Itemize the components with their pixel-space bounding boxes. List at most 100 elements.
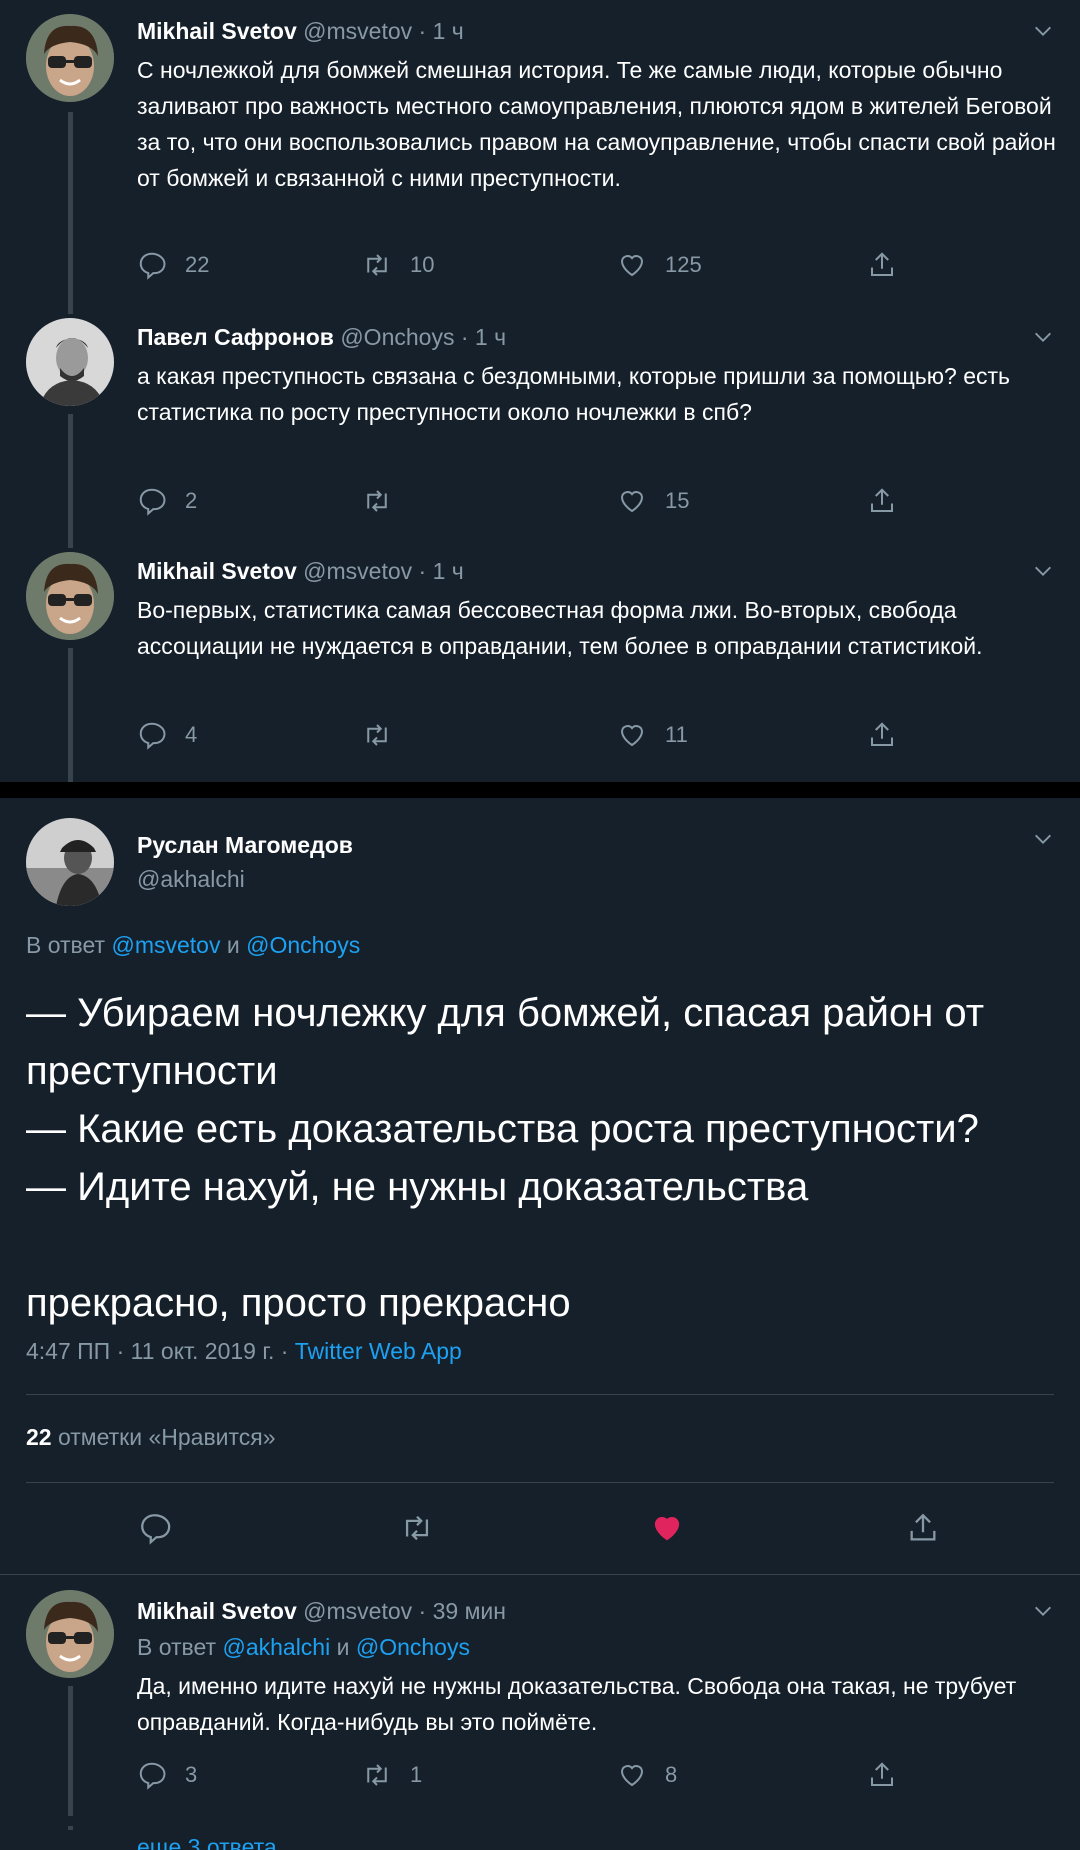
tweet-item[interactable]: Mikhail Svetov @msvetov · 1 ч С ночлежко… xyxy=(0,0,1080,302)
author-handle[interactable]: @Onchoys xyxy=(340,324,454,350)
reply-icon xyxy=(139,722,166,750)
text-line: — Какие есть доказательства роста престу… xyxy=(26,1107,979,1151)
chevron-down-icon[interactable] xyxy=(1032,828,1054,850)
reply-count: 3 xyxy=(185,1762,198,1787)
retweet-button[interactable] xyxy=(400,1511,434,1550)
author-name[interactable]: Павел Сафронов xyxy=(137,324,334,350)
tweet-actions: 22 10 125 xyxy=(137,248,897,282)
reply-icon xyxy=(139,252,166,280)
text-line: — Убираем ночлежку для бомжей, спасая ра… xyxy=(26,991,985,1093)
focused-tweet: Руслан Магомедов @akhalchi В ответ @msve… xyxy=(0,798,1080,1578)
chevron-down-icon[interactable] xyxy=(1032,560,1054,582)
reply-button[interactable]: 3 xyxy=(137,1758,197,1792)
share-button[interactable] xyxy=(867,248,915,282)
share-button[interactable] xyxy=(906,1511,940,1550)
share-button[interactable] xyxy=(867,484,915,518)
reply-and: и xyxy=(336,1634,350,1660)
chevron-down-icon[interactable] xyxy=(1032,326,1054,348)
like-count: 11 xyxy=(665,722,688,747)
tweet-actions: 2 15 xyxy=(137,484,897,518)
tweet-header: Mikhail Svetov @msvetov · 39 мин xyxy=(137,1596,506,1626)
tweet-text: С ночлежкой для бомжей смешная история. … xyxy=(137,57,1056,191)
retweet-button[interactable]: 1 xyxy=(362,1758,422,1792)
avatar[interactable] xyxy=(26,14,114,102)
mention-link[interactable]: @akhalchi xyxy=(222,1634,330,1660)
author-handle[interactable]: @msvetov xyxy=(303,558,412,584)
likes-count: 22 xyxy=(26,1424,52,1450)
retweet-button[interactable] xyxy=(362,484,410,518)
like-count: 125 xyxy=(665,252,702,277)
author-handle[interactable]: @akhalchi xyxy=(137,866,245,892)
author-name[interactable]: Mikhail Svetov xyxy=(137,18,297,44)
like-button[interactable]: 11 xyxy=(617,718,688,752)
thread-panel: Mikhail Svetov @msvetov · 1 ч С ночлежко… xyxy=(0,0,1080,782)
show-more-replies-link[interactable]: еще 3 ответа xyxy=(137,1832,277,1850)
reply-icon xyxy=(139,1762,166,1790)
reply-count: 4 xyxy=(185,722,198,747)
author-name[interactable]: Руслан Магомедов xyxy=(137,832,353,858)
reply-button[interactable]: 22 xyxy=(137,248,209,282)
author-name[interactable]: Mikhail Svetov xyxy=(137,1598,297,1624)
reply-context: В ответ @akhalchi и @Onchoys xyxy=(137,1632,470,1662)
text-line: прекрасно, просто прекрасно xyxy=(26,1281,571,1325)
tweet-text: Во-первых, статистика самая бессовестная… xyxy=(137,597,983,659)
share-icon xyxy=(871,252,893,276)
mention-link[interactable]: @Onchoys xyxy=(246,932,360,958)
avatar[interactable] xyxy=(26,818,114,906)
likes-summary[interactable]: 22 отметки «Нравится» xyxy=(26,1422,276,1452)
avatar[interactable] xyxy=(26,318,114,406)
tweet-header: Руслан Магомедов xyxy=(137,830,353,860)
like-button[interactable]: 125 xyxy=(617,248,702,282)
separator: · xyxy=(460,324,469,350)
reply-context: В ответ @msvetov и @Onchoys xyxy=(26,930,360,960)
tweet-time[interactable]: 1 ч xyxy=(433,18,464,44)
handle-row: @akhalchi xyxy=(137,864,245,894)
tweet-time[interactable]: 1 ч xyxy=(433,558,464,584)
avatar[interactable] xyxy=(26,1590,114,1678)
author-handle[interactable]: @msvetov xyxy=(303,1598,412,1624)
source-link[interactable]: Twitter Web App xyxy=(295,1338,462,1364)
author-name[interactable]: Mikhail Svetov xyxy=(137,558,297,584)
tweet-time[interactable]: 39 мин xyxy=(433,1598,506,1624)
like-count: 8 xyxy=(665,1762,678,1787)
tweet-time[interactable]: 1 ч xyxy=(475,324,506,350)
reply-button[interactable]: 4 xyxy=(137,718,197,752)
chevron-down-icon[interactable] xyxy=(1032,1600,1054,1622)
tweet-item[interactable]: Павел Сафронов @Onchoys · 1 ч а какая пр… xyxy=(0,300,1080,538)
thread-line xyxy=(68,536,73,548)
chevron-down-icon[interactable] xyxy=(1032,20,1054,42)
tweet-item[interactable]: Mikhail Svetov @msvetov · 1 ч Во-первых,… xyxy=(0,536,1080,782)
thread-line xyxy=(68,648,73,782)
reply-and: и xyxy=(226,932,240,958)
retweet-button[interactable]: 10 xyxy=(362,248,434,282)
reply-button[interactable]: 2 xyxy=(137,484,197,518)
reply-button[interactable] xyxy=(138,1511,172,1550)
timestamp[interactable]: 4:47 ПП · 11 окт. 2019 г. · xyxy=(26,1338,288,1364)
mention-link[interactable]: @msvetov xyxy=(111,932,220,958)
like-button[interactable]: 8 xyxy=(617,1758,677,1792)
focused-tweet-panel: Руслан Магомедов @akhalchi В ответ @msve… xyxy=(0,798,1080,1850)
retweet-button[interactable] xyxy=(362,718,410,752)
share-button[interactable] xyxy=(867,718,915,752)
thread-dot xyxy=(68,1826,73,1830)
avatar[interactable] xyxy=(26,552,114,640)
tweet-item[interactable]: Mikhail Svetov @msvetov · 39 мин В ответ… xyxy=(0,1578,1080,1850)
retweet-icon xyxy=(367,724,387,746)
mention-link[interactable]: @Onchoys xyxy=(356,1634,470,1660)
reply-count: 2 xyxy=(185,488,198,513)
share-icon xyxy=(871,722,893,746)
share-icon xyxy=(871,1762,893,1786)
separator: · xyxy=(418,1598,427,1624)
share-button[interactable] xyxy=(867,1758,915,1792)
like-button[interactable] xyxy=(650,1511,684,1550)
text-line: — Идите нахуй, не нужны доказательства xyxy=(26,1165,809,1209)
tweet-actions: 3 1 8 xyxy=(137,1758,897,1792)
like-button[interactable]: 15 xyxy=(617,484,689,518)
tweet-meta: 4:47 ПП · 11 окт. 2019 г. · Twitter Web … xyxy=(26,1336,462,1366)
tweet-text: а какая преступность связана с бездомным… xyxy=(137,363,1011,425)
retweet-icon xyxy=(367,254,387,276)
author-handle[interactable]: @msvetov xyxy=(303,18,412,44)
heart-icon xyxy=(620,491,644,513)
separator: · xyxy=(418,18,427,44)
